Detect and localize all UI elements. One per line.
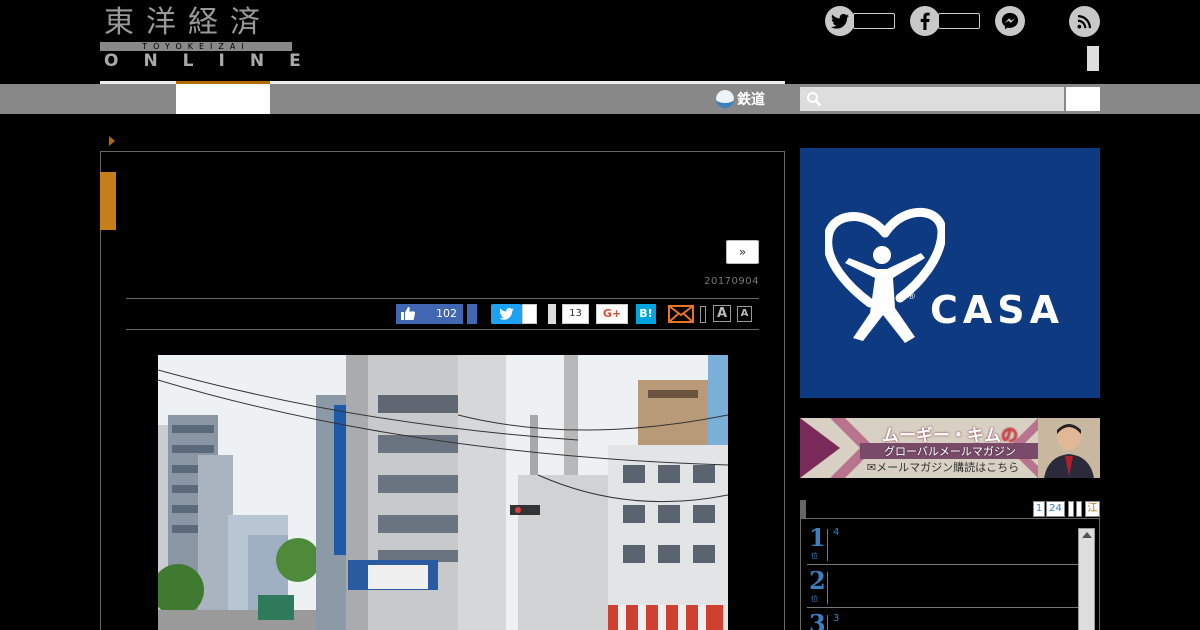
logo-kanji: 東洋経済 — [104, 5, 272, 40]
rss-icon[interactable] — [1069, 6, 1100, 37]
print-button[interactable] — [700, 306, 706, 323]
article-date: 20170904 — [704, 276, 759, 287]
rank-unit: 位 — [811, 552, 818, 560]
header-menu-toggle[interactable] — [1087, 46, 1099, 71]
logo-online: ONLINE — [104, 51, 326, 71]
search-icon — [807, 92, 822, 107]
rail-icon — [716, 90, 734, 108]
casa-wordmark: CASA — [930, 288, 1065, 332]
hatena-bookmark-button[interactable]: B! — [636, 304, 656, 324]
author-photo — [1038, 418, 1100, 478]
messenger-follow[interactable] — [995, 6, 1025, 36]
facebook-icon — [910, 6, 940, 36]
ranking-item[interactable]: 1 位 4 — [807, 523, 1079, 565]
site-logo[interactable]: 東洋経済 TOYOKEIZAI ONLINE — [100, 5, 301, 70]
article-photo — [158, 355, 728, 630]
facebook-follow[interactable] — [910, 6, 980, 36]
google-plus-button[interactable]: G+ — [596, 304, 628, 324]
rank-number: 1 — [809, 523, 826, 552]
rail-label: 鉄道 — [737, 92, 765, 108]
ranking-scrollbar[interactable] — [1078, 528, 1095, 630]
rank-unit: 位 — [811, 595, 818, 603]
mag-subtitle: グローバルメールマガジン — [860, 443, 1040, 459]
ranking-tab-1[interactable]: 1 — [1033, 501, 1045, 517]
casa-reg-mark: ® — [907, 292, 916, 302]
nav-rail-link[interactable]: 鉄道 — [716, 87, 765, 111]
messenger-icon — [995, 6, 1025, 36]
twitter-count — [853, 13, 895, 29]
font-size-small-button[interactable]: A — [737, 306, 752, 322]
ranking-tab-4[interactable] — [1076, 501, 1082, 517]
font-size-large-button[interactable]: A — [713, 305, 731, 322]
ranking-tab-3[interactable] — [1068, 501, 1074, 517]
mail-magazine-ad[interactable]: ムーギー・キムの グローバルメールマガジン ✉メールマガジン購読はこちら — [800, 418, 1100, 478]
share-rule-bottom — [126, 329, 759, 330]
title-accent — [100, 172, 116, 230]
mag-cta: ✉メールマガジン購読はこちら — [866, 461, 1020, 474]
tweet-count — [522, 304, 537, 324]
share-button[interactable] — [548, 304, 556, 324]
search-input[interactable] — [800, 87, 1064, 111]
rank-divider — [827, 572, 828, 604]
ranking-item[interactable]: 3 位 3 — [807, 609, 1079, 630]
ranking-widget: 1 24 江 1 位 4 2 位 3 位 3 — [800, 500, 1100, 630]
facebook-share-button[interactable] — [467, 304, 477, 324]
mail-icon — [668, 305, 694, 323]
rank-divider — [827, 529, 828, 561]
share-rule-top — [126, 298, 759, 299]
nav-active-tab[interactable] — [176, 84, 270, 114]
tweet-button[interactable] — [491, 304, 522, 324]
rank-extra: 4 — [833, 527, 840, 538]
twitter-icon — [825, 6, 855, 36]
ranking-list: 1 位 4 2 位 3 位 3 — [800, 518, 1100, 630]
search-button[interactable] — [1066, 87, 1100, 111]
facebook-count — [938, 13, 980, 29]
casa-heart-logo — [825, 207, 945, 343]
like-count: 102 — [436, 307, 457, 320]
twitter-follow[interactable] — [825, 6, 895, 36]
scroll-up-icon[interactable] — [1082, 532, 1092, 538]
casa-ad-banner[interactable]: ® CASA — [800, 148, 1100, 398]
thumbs-up-icon — [401, 307, 415, 320]
facebook-like-button[interactable]: 102 — [396, 304, 463, 324]
ranking-tab-24[interactable]: 24 — [1046, 501, 1065, 517]
rank-extra: 3 — [833, 613, 840, 624]
share-count: 13 — [562, 304, 589, 324]
ranking-head-bar — [800, 500, 806, 518]
ranking-item[interactable]: 2 位 — [807, 566, 1079, 608]
next-page-button[interactable]: » — [726, 240, 759, 264]
breadcrumb-arrow-icon — [109, 136, 115, 146]
rank-number: 2 — [809, 566, 826, 595]
page: 東洋経済 TOYOKEIZAI ONLINE 鉄道 » 20170904 102… — [0, 0, 1200, 630]
rank-number: 3 — [809, 609, 826, 630]
twitter-icon — [499, 308, 514, 320]
ranking-tab-5[interactable]: 江 — [1085, 501, 1100, 517]
mail-share-button[interactable] — [668, 305, 694, 327]
rank-divider — [827, 615, 828, 630]
